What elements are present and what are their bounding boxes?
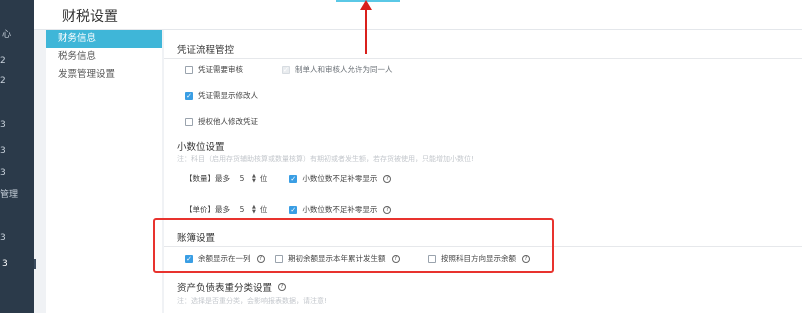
price-suffix: 位 bbox=[259, 205, 268, 214]
balance-one-column-option[interactable]: ✓ 余额显示在一列 ? bbox=[185, 253, 265, 264]
price-value[interactable]: 5 bbox=[234, 205, 250, 214]
ledger-settings-title: 账簿设置 bbox=[177, 233, 216, 244]
quantity-suffix: 位 bbox=[259, 174, 268, 183]
nav-item-3[interactable]: 2 bbox=[0, 76, 34, 86]
price-decimal-row: 【单价】最多 5 ▲ ▼ 位 ✓ 小数位数不足补零显示 ? bbox=[185, 204, 392, 215]
direction-balance-option[interactable]: 按照科目方向显示余额 ? bbox=[428, 253, 530, 264]
left-navbar: 心 2 2 3 3 3 管理 3 3 bbox=[0, 0, 36, 313]
price-prefix: 【单价】最多 bbox=[185, 205, 230, 214]
settings-content: 凭证流程管控 凭证需要审核 ✓ 制单人和审核人允许为同一人 ✓ 凭证需显示修改人… bbox=[164, 30, 802, 313]
direction-balance-checkbox[interactable] bbox=[428, 254, 436, 263]
show-modifier-option[interactable]: ✓ 凭证需显示修改人 bbox=[185, 90, 258, 101]
nav-item-8[interactable]: 3 bbox=[0, 233, 34, 243]
help-icon[interactable]: ? bbox=[391, 254, 400, 263]
direction-balance-label: 按照科目方向显示余额 bbox=[441, 254, 516, 263]
annotation-arrow-icon bbox=[360, 0, 372, 10]
same-person-checkbox[interactable]: ✓ bbox=[282, 65, 290, 74]
same-person-label: 制单人和审核人允许为同一人 bbox=[295, 65, 393, 74]
check-icon: ✓ bbox=[186, 254, 192, 263]
price-stepper[interactable]: 5 ▲ ▼ bbox=[234, 204, 256, 215]
quantity-value[interactable]: 5 bbox=[234, 174, 250, 183]
opening-balance-label: 期初余额显示本年累计发生额 bbox=[288, 254, 386, 263]
same-person-option[interactable]: ✓ 制单人和审核人允许为同一人 bbox=[282, 64, 393, 75]
nav-item-2[interactable]: 2 bbox=[0, 56, 34, 66]
balance-one-column-checkbox[interactable]: ✓ bbox=[185, 254, 193, 263]
subnav-item-financial-info[interactable]: 财务信息 bbox=[46, 30, 162, 48]
help-icon[interactable]: ? bbox=[256, 254, 265, 263]
balance-sheet-note: 注：选择是否重分类，会影响报表数据，请注意! bbox=[177, 297, 327, 305]
check-icon: ✓ bbox=[186, 91, 192, 100]
opening-balance-checkbox[interactable] bbox=[275, 254, 283, 263]
check-icon: ✓ bbox=[290, 205, 297, 214]
decimal-settings-note: 注：科目（启用存货辅助核算或数量核算）有期初或者发生额，若存货被使用，只能增加小… bbox=[177, 155, 474, 163]
check-icon: ✓ bbox=[282, 65, 290, 74]
nav-item-5[interactable]: 3 bbox=[0, 146, 34, 156]
decimal-settings-title: 小数位设置 bbox=[177, 142, 225, 153]
help-icon[interactable]: ? bbox=[383, 174, 392, 183]
help-icon[interactable]: ? bbox=[383, 205, 392, 214]
stepper-down-icon[interactable]: ▼ bbox=[252, 178, 256, 184]
show-modifier-checkbox[interactable]: ✓ bbox=[185, 91, 193, 100]
page-title: 财税设置 bbox=[62, 9, 118, 25]
balance-one-column-label: 余额显示在一列 bbox=[198, 254, 251, 263]
authorize-modify-checkbox[interactable] bbox=[185, 117, 193, 126]
price-pad-label: 小数位数不足补零显示 bbox=[302, 205, 378, 214]
stepper-down-icon[interactable]: ▼ bbox=[252, 209, 256, 215]
balance-sheet-title: 资产负债表重分类设置 bbox=[177, 283, 273, 294]
subnav-item-invoice-settings[interactable]: 发票管理设置 bbox=[46, 66, 162, 84]
quantity-pad-checkbox[interactable]: ✓ bbox=[289, 174, 298, 183]
divider bbox=[164, 58, 802, 59]
nav-item-center[interactable]: 心 bbox=[2, 27, 36, 40]
quantity-decimal-row: 【数量】最多 5 ▲ ▼ 位 ✓ 小数位数不足补零显示 ? bbox=[185, 173, 392, 184]
need-audit-checkbox[interactable] bbox=[185, 65, 193, 74]
balance-sheet-header: 资产负债表重分类设置 ? bbox=[177, 280, 287, 294]
help-icon[interactable]: ? bbox=[278, 283, 287, 291]
quantity-stepper[interactable]: 5 ▲ ▼ bbox=[234, 173, 256, 184]
authorize-modify-option[interactable]: 授权他人修改凭证 bbox=[185, 116, 258, 127]
check-icon: ✓ bbox=[290, 174, 297, 183]
nav-item-4[interactable]: 3 bbox=[0, 120, 34, 130]
help-icon[interactable]: ? bbox=[522, 254, 530, 263]
show-modifier-label: 凭证需显示修改人 bbox=[198, 91, 258, 100]
voucher-control-title: 凭证流程管控 bbox=[177, 45, 235, 56]
settings-subnav: 财务信息 税务信息 发票管理设置 bbox=[46, 30, 162, 313]
nav-item-finance-settings[interactable]: 3 bbox=[2, 259, 36, 269]
authorize-modify-label: 授权他人修改凭证 bbox=[198, 117, 258, 126]
need-audit-option[interactable]: 凭证需要审核 bbox=[185, 64, 243, 75]
nav-item-6[interactable]: 3 bbox=[0, 168, 34, 178]
quantity-pad-label: 小数位数不足补零显示 bbox=[302, 174, 378, 183]
quantity-prefix: 【数量】最多 bbox=[185, 174, 230, 183]
top-bar: 财税设置 bbox=[34, 0, 802, 30]
need-audit-label: 凭证需要审核 bbox=[198, 65, 243, 74]
opening-balance-option[interactable]: 期初余额显示本年累计发生额 ? bbox=[275, 253, 400, 264]
nav-item-manage[interactable]: 管理 bbox=[0, 187, 34, 200]
annotation-arrow-shaft bbox=[365, 6, 367, 54]
subnav-item-tax-info[interactable]: 税务信息 bbox=[46, 48, 162, 66]
divider bbox=[164, 246, 802, 247]
price-pad-checkbox[interactable]: ✓ bbox=[289, 205, 298, 214]
